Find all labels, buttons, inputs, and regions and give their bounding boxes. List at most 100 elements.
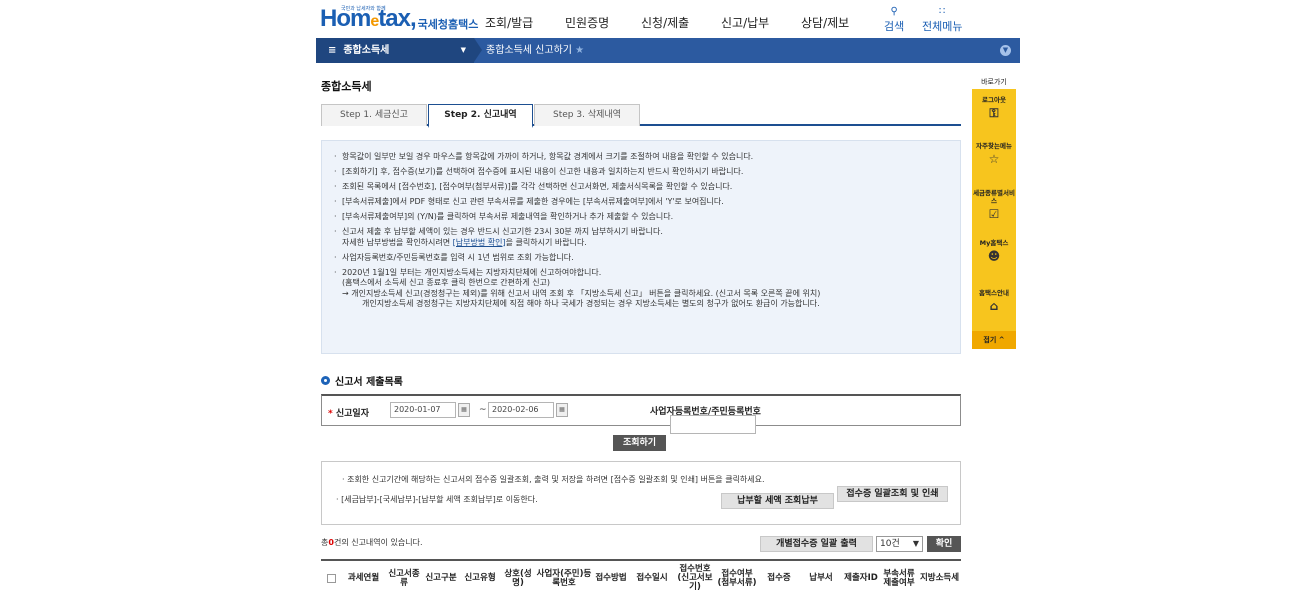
notice-box: 항목값이 일부만 보일 경우 마우스를 항목값에 가까이 하거나, 항목값 경계… xyxy=(321,140,961,354)
notice-payment-line2a: 자세한 납부방법을 확인하시려면 xyxy=(342,237,453,247)
calendar-icon[interactable]: ▦ xyxy=(458,403,470,417)
quick-tax-service-label: 세금종류별서비스 xyxy=(973,189,1015,205)
lock-icon: ⚿ xyxy=(989,106,999,120)
all-menu-label: 전체메뉴 xyxy=(922,20,963,33)
quick-my-hometax[interactable]: My홈택스 ☻ xyxy=(972,239,1016,263)
select-all-checkbox[interactable] xyxy=(326,574,336,583)
quick-favorites[interactable]: 자주찾는메뉴 ☆ xyxy=(972,142,1016,166)
favorite-star-icon[interactable]: ★ xyxy=(575,45,584,56)
notice-item: 항목값이 일부만 보일 경우 마우스를 항목값에 가까이 하거나, 항목값 경계… xyxy=(332,152,950,163)
column-header[interactable]: 접수여부(첨부서류) xyxy=(716,561,758,596)
batch-print-button[interactable]: 개별접수증 일괄 출력 xyxy=(760,536,873,552)
search-link[interactable]: ⚲ 검색 xyxy=(884,6,904,34)
gnb-item-filing[interactable]: 신고/납부 xyxy=(721,14,769,31)
page-size-select[interactable]: 10건 ▼ xyxy=(876,536,923,552)
column-header[interactable]: 과세연월 xyxy=(341,561,386,596)
search-icon: ⚲ xyxy=(890,6,898,17)
confirm-button[interactable]: 확인 xyxy=(927,536,961,552)
menu-icon: ≡ xyxy=(328,45,337,56)
search-form: * 신고일자 2020-01-07 ▦ ~ 2020-02-06 ▦ 사업자등록… xyxy=(321,394,961,434)
column-header[interactable]: 접수방법 xyxy=(592,561,630,596)
notice-item-local-tax: 2020년 1월1일 부터는 개인지방소득세는 지방자치단체에 신고하여야합니다… xyxy=(332,268,950,310)
column-header[interactable]: 신고유형 xyxy=(460,561,500,596)
receipt-info-line1: · 조회한 신고기간에 해당하는 신고서의 접수증 일괄조회, 출력 및 저장을… xyxy=(342,475,765,484)
page-size-value: 10건 xyxy=(880,539,900,549)
notice-item: 조회된 목록에서 [접수번호], [접수여부(첨부서류)]를 각각 선택하면 신… xyxy=(332,182,950,193)
local-tax-line4: 개인지방소득세 경정청구는 지방자치단체에 직접 해야 하나 국세가 경정되는 … xyxy=(362,299,820,308)
page-title: 종합소득세 xyxy=(321,80,372,93)
column-header[interactable]: 부속서류제출여부 xyxy=(880,561,918,596)
notice-item: [부속서류제출여부]의 (Y/N)를 클릭하여 부속서류 제출내역을 확인하거나… xyxy=(332,212,950,223)
quick-logout[interactable]: 로그아웃 ⚿ xyxy=(972,96,1016,120)
grid-icon: ∷ xyxy=(939,6,946,17)
receipt-batch-button[interactable]: 접수증 일괄조회 및 인쇄 xyxy=(837,486,948,502)
person-icon: ☻ xyxy=(987,249,1001,263)
notice-item-payment: 신고서 제출 후 납부할 세액이 있는 경우 반드시 신고기한 23시 30분 … xyxy=(332,227,950,248)
column-header[interactable]: 납부서 xyxy=(800,561,842,596)
local-tax-line3: → 개인지방소득세 신고(경정청구는 제외)를 위해 신고서 내역 조회 후 「… xyxy=(342,288,821,298)
all-menu-link[interactable]: ∷ 전체메뉴 xyxy=(922,6,962,34)
tab-step2[interactable]: Step 2. 신고내역 xyxy=(428,104,533,128)
column-header[interactable]: 신고서종류 xyxy=(386,561,422,596)
home-icon: ⌂ xyxy=(989,299,999,313)
column-header[interactable]: 접수일시 xyxy=(630,561,674,596)
date-range-separator: ~ xyxy=(479,405,487,415)
receipt-info-box: · 조회한 신고기간에 해당하는 신고서의 접수증 일괄조회, 출력 및 저장을… xyxy=(321,461,961,525)
quick-guide-label: 홈택스안내 xyxy=(979,289,1009,297)
date-label: * 신고일자 xyxy=(328,409,369,419)
quick-tax-service[interactable]: 세금종류별서비스 ☑ xyxy=(972,189,1016,221)
quick-menu: 로그아웃 ⚿ 자주찾는메뉴 ☆ 세금종류별서비스 ☑ My홈택스 ☻ 홈택스안내… xyxy=(972,89,1016,349)
gnb-item-consult[interactable]: 상담/제보 xyxy=(801,14,849,31)
search-button[interactable]: 조회하기 xyxy=(613,435,666,451)
column-header[interactable]: 사업자(주민)등록번호 xyxy=(536,561,592,596)
tab-step1[interactable]: Step 1. 세금신고 xyxy=(321,104,427,126)
result-table-header: 과세연월 신고서종류 신고구분 신고유형 상호(성명) 사업자(주민)등록번호 … xyxy=(321,559,961,594)
caret-down-icon: ▼ xyxy=(460,46,466,54)
search-label: 검색 xyxy=(884,20,905,33)
column-header[interactable]: 상호(성명) xyxy=(500,561,536,596)
gnb-item-inquiry[interactable]: 조회/발급 xyxy=(485,14,533,31)
pay-tax-inquiry-button[interactable]: 납부할 세액 조회납부 xyxy=(721,493,834,509)
payment-method-link[interactable]: [납부방법 확인] xyxy=(453,238,506,247)
notice-item: 사업자등록번호/주민등록번호를 입력 시 1년 범위로 조회 가능합니다. xyxy=(332,253,950,264)
result-count: 총0건의 신고내역이 있습니다. xyxy=(321,538,423,547)
local-tax-line2: (홈택스에서 소득세 신고 종료후 클릭 한번으로 간편하게 신고) xyxy=(342,278,551,287)
receipt-info-line2: · [세금납부]-[국세납부]-[납부할 세액 조회납부]로 이동한다. xyxy=(336,495,538,504)
notice-payment-line1: 신고서 제출 후 납부할 세액이 있는 경우 반드시 신고기한 23시 30분 … xyxy=(342,227,663,236)
column-header[interactable]: 접수번호(신고서보기) xyxy=(674,561,716,596)
section-title: 신고서 제출목록 xyxy=(321,373,403,388)
date-from-input[interactable]: 2020-01-07 xyxy=(390,402,456,418)
section-title-label: 신고서 제출목록 xyxy=(335,377,403,388)
gnb-item-certificate[interactable]: 민원증명 xyxy=(565,14,609,31)
breadcrumb-level2-label: 종합소득세 신고하기 xyxy=(486,45,572,56)
quick-logout-label: 로그아웃 xyxy=(982,96,1006,104)
breadcrumb-level1-label: 종합소득세 xyxy=(343,45,390,56)
column-header[interactable]: 지방소득세 xyxy=(918,561,961,596)
calendar-icon[interactable]: ▦ xyxy=(556,403,568,417)
column-header[interactable]: 접수증 xyxy=(758,561,800,596)
breadcrumb-separator xyxy=(474,38,482,62)
notice-payment-line2b: 을 클릭하시기 바랍니다. xyxy=(505,237,587,247)
column-header[interactable]: 제출자ID xyxy=(842,561,880,596)
tab-step3[interactable]: Step 3. 삭제내역 xyxy=(534,104,640,126)
quick-guide[interactable]: 홈택스안내 ⌂ xyxy=(972,289,1016,313)
notice-item: [부속서류제출]에서 PDF 형태로 신고 관련 부속서류를 제출한 경우에는 … xyxy=(332,197,950,208)
checkbox-icon: ☑ xyxy=(988,207,1000,221)
logo-tagline: 국민과 납세자와 함께 xyxy=(341,6,386,12)
gnb-item-application[interactable]: 신청/제출 xyxy=(641,14,689,31)
step-tabs: Step 1. 세금신고 Step 2. 신고내역 Step 3. 삭제내역 xyxy=(321,104,961,128)
quick-menu-title: 바로가기 xyxy=(981,78,1007,86)
quick-collapse-button[interactable]: 접기 ^ xyxy=(972,331,1016,349)
local-tax-line1: 2020년 1월1일 부터는 개인지방소득세는 지방자치단체에 신고하여야합니다… xyxy=(342,267,602,277)
column-header[interactable]: 신고구분 xyxy=(422,561,460,596)
notice-item: [조회하기] 후, 접수증(보기)를 선택하여 접수증에 표시된 내용이 신고한… xyxy=(332,167,950,178)
star-icon: ☆ xyxy=(988,152,1000,166)
breadcrumb-level1[interactable]: ≡ 종합소득세 ▼ xyxy=(316,38,474,63)
date-to-input[interactable]: 2020-02-06 xyxy=(488,402,554,418)
quick-favorites-label: 자주찾는메뉴 xyxy=(976,142,1012,150)
biz-number-input[interactable] xyxy=(670,415,756,434)
chevron-down-icon[interactable]: ▼ xyxy=(1000,45,1011,56)
bullet-icon xyxy=(321,376,330,385)
breadcrumb-level2[interactable]: 종합소득세 신고하기 ★ xyxy=(486,38,584,63)
logo-subtitle: 국세청홈택스 xyxy=(417,19,479,31)
